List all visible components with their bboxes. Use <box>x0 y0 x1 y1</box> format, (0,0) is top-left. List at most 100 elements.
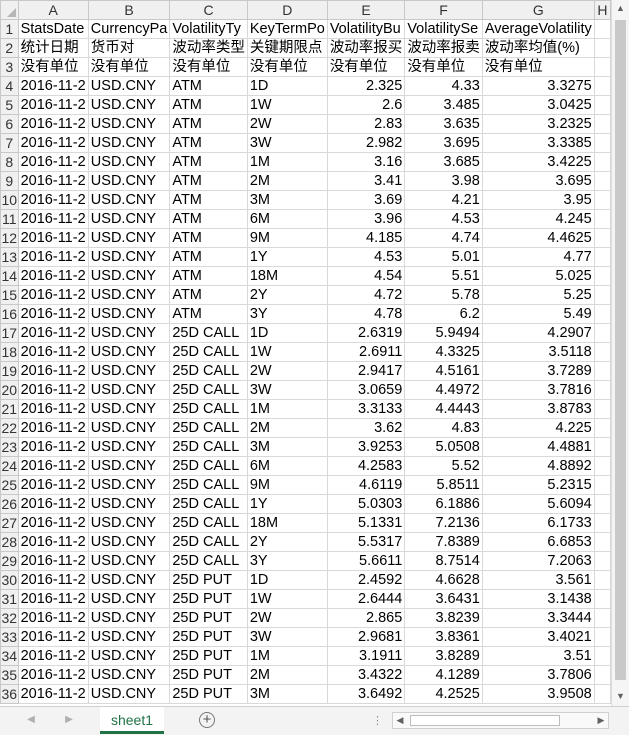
cell-g6[interactable]: 3.2325 <box>481 114 595 134</box>
cell-g5[interactable]: 3.0425 <box>481 95 595 115</box>
cell-a4[interactable]: 2016-11-2 <box>17 76 89 96</box>
cell-g14[interactable]: 5.025 <box>481 266 595 286</box>
cell-h13[interactable] <box>593 247 611 267</box>
row-header[interactable]: 1 <box>0 19 19 39</box>
next-sheet-icon[interactable]: ▶ <box>62 713 76 727</box>
cell-b28[interactable]: USD.CNY <box>87 532 171 552</box>
cell-d1[interactable]: KeyTermPo <box>246 19 328 39</box>
cell-c19[interactable]: 25D CALL <box>169 361 248 381</box>
cell-h33[interactable] <box>593 627 611 647</box>
cell-d14[interactable]: 18M <box>246 266 328 286</box>
cell-f27[interactable]: 7.2136 <box>404 513 483 533</box>
cell-c2[interactable]: 波动率类型 <box>169 38 248 58</box>
cell-h28[interactable] <box>593 532 611 552</box>
cell-c4[interactable]: ATM <box>169 76 248 96</box>
cell-d10[interactable]: 3M <box>246 190 328 210</box>
row-header[interactable]: 27 <box>0 513 19 533</box>
cell-d15[interactable]: 2Y <box>246 285 328 305</box>
cell-e13[interactable]: 4.53 <box>326 247 406 267</box>
cell-a21[interactable]: 2016-11-2 <box>17 399 89 419</box>
cell-c31[interactable]: 25D PUT <box>169 589 248 609</box>
cell-h6[interactable] <box>593 114 611 134</box>
cell-e10[interactable]: 3.69 <box>326 190 406 210</box>
row-header[interactable]: 10 <box>0 190 19 210</box>
cell-g1[interactable]: AverageVolatility <box>481 19 595 39</box>
cell-f23[interactable]: 5.0508 <box>404 437 483 457</box>
cell-h19[interactable] <box>593 361 611 381</box>
cell-d29[interactable]: 3Y <box>246 551 328 571</box>
cell-g2[interactable]: 波动率均值(%) <box>481 38 595 58</box>
cell-e7[interactable]: 2.982 <box>326 133 406 153</box>
cell-h23[interactable] <box>593 437 611 457</box>
cell-c33[interactable]: 25D PUT <box>169 627 248 647</box>
cell-a17[interactable]: 2016-11-2 <box>17 323 89 343</box>
cell-b22[interactable]: USD.CNY <box>87 418 171 438</box>
cell-d25[interactable]: 9M <box>246 475 328 495</box>
cell-e35[interactable]: 3.4322 <box>326 665 406 685</box>
cell-g32[interactable]: 3.3444 <box>481 608 595 628</box>
cell-e30[interactable]: 2.4592 <box>326 570 406 590</box>
cell-c25[interactable]: 25D CALL <box>169 475 248 495</box>
vertical-scroll-thumb[interactable] <box>615 20 626 680</box>
cell-d7[interactable]: 3W <box>246 133 328 153</box>
cell-h7[interactable] <box>593 133 611 153</box>
cell-f15[interactable]: 5.78 <box>404 285 483 305</box>
cell-g35[interactable]: 3.7806 <box>481 665 595 685</box>
cell-a22[interactable]: 2016-11-2 <box>17 418 89 438</box>
cell-f3[interactable]: 没有单位 <box>404 57 483 77</box>
cell-g11[interactable]: 4.245 <box>481 209 595 229</box>
cell-b19[interactable]: USD.CNY <box>87 361 171 381</box>
cell-e4[interactable]: 2.325 <box>326 76 406 96</box>
cell-e2[interactable]: 波动率报买 <box>326 38 406 58</box>
column-header-f[interactable]: F <box>404 0 483 20</box>
cell-g20[interactable]: 3.7816 <box>481 380 595 400</box>
cell-a31[interactable]: 2016-11-2 <box>17 589 89 609</box>
cell-f28[interactable]: 7.8389 <box>404 532 483 552</box>
cell-e36[interactable]: 3.6492 <box>326 684 406 704</box>
cell-f30[interactable]: 4.6628 <box>404 570 483 590</box>
cell-e18[interactable]: 2.6911 <box>326 342 406 362</box>
cell-a15[interactable]: 2016-11-2 <box>17 285 89 305</box>
cell-g12[interactable]: 4.4625 <box>481 228 595 248</box>
cell-d36[interactable]: 3M <box>246 684 328 704</box>
cell-e11[interactable]: 3.96 <box>326 209 406 229</box>
cell-h11[interactable] <box>593 209 611 229</box>
cell-f20[interactable]: 4.4972 <box>404 380 483 400</box>
cell-e28[interactable]: 5.5317 <box>326 532 406 552</box>
cell-b27[interactable]: USD.CNY <box>87 513 171 533</box>
cell-h16[interactable] <box>593 304 611 324</box>
cell-g17[interactable]: 4.2907 <box>481 323 595 343</box>
row-header[interactable]: 11 <box>0 209 19 229</box>
cell-d33[interactable]: 3W <box>246 627 328 647</box>
cell-e23[interactable]: 3.9253 <box>326 437 406 457</box>
cell-h29[interactable] <box>593 551 611 571</box>
cell-d24[interactable]: 6M <box>246 456 328 476</box>
cell-d19[interactable]: 2W <box>246 361 328 381</box>
cell-d6[interactable]: 2W <box>246 114 328 134</box>
cell-c15[interactable]: ATM <box>169 285 248 305</box>
row-header[interactable]: 34 <box>0 646 19 666</box>
cell-c5[interactable]: ATM <box>169 95 248 115</box>
column-header-e[interactable]: E <box>326 0 406 20</box>
cell-e34[interactable]: 3.1911 <box>326 646 406 666</box>
cell-d20[interactable]: 3W <box>246 380 328 400</box>
cell-b17[interactable]: USD.CNY <box>87 323 171 343</box>
cell-c3[interactable]: 没有单位 <box>169 57 248 77</box>
cell-e3[interactable]: 没有单位 <box>326 57 406 77</box>
cell-d32[interactable]: 2W <box>246 608 328 628</box>
cell-c8[interactable]: ATM <box>169 152 248 172</box>
row-header[interactable]: 3 <box>0 57 19 77</box>
cell-h12[interactable] <box>593 228 611 248</box>
cell-b7[interactable]: USD.CNY <box>87 133 171 153</box>
vertical-scrollbar[interactable]: ▲ ▼ <box>611 0 629 706</box>
plus-circle-icon[interactable]: + <box>199 712 215 728</box>
cell-e25[interactable]: 4.6119 <box>326 475 406 495</box>
cell-d11[interactable]: 6M <box>246 209 328 229</box>
cell-h36[interactable] <box>593 684 611 704</box>
cell-d21[interactable]: 1M <box>246 399 328 419</box>
cell-g3[interactable]: 没有单位 <box>481 57 595 77</box>
cell-a36[interactable]: 2016-11-2 <box>17 684 89 704</box>
cell-c12[interactable]: ATM <box>169 228 248 248</box>
cell-f2[interactable]: 波动率报卖 <box>404 38 483 58</box>
cell-f7[interactable]: 3.695 <box>404 133 483 153</box>
